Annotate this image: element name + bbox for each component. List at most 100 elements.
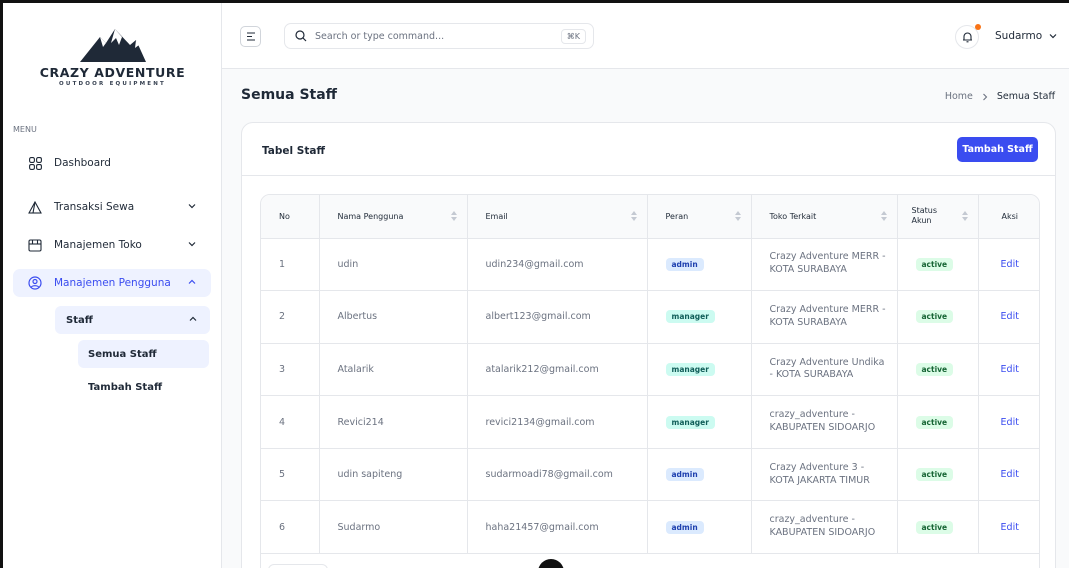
cell-nama: Atalarik <box>319 343 468 397</box>
cell-status: active <box>897 395 979 449</box>
brand-logo[interactable]: CRAZY ADVENTURE OUTDOOR EQUIPMENT <box>3 23 222 87</box>
sidebar-subitem-tambah-staff[interactable]: Tambah Staff <box>78 373 209 401</box>
edit-link[interactable]: Edit <box>1001 364 1019 375</box>
column-header-status[interactable]: Status Akun <box>897 195 979 239</box>
chevron-right-icon <box>982 93 988 100</box>
sidebar-item-manajemen-toko[interactable]: Manajemen Toko <box>13 231 211 259</box>
cell-nama: Revici214 <box>319 395 468 449</box>
pagination-control[interactable] <box>268 564 328 568</box>
cell-no: 6 <box>261 500 320 555</box>
table-header-row: No Nama Pengguna Email Peran Toko Terkai… <box>261 195 1039 239</box>
sort-icon <box>450 211 457 221</box>
cell-status: active <box>897 238 979 292</box>
cell-peran: manager <box>647 290 752 344</box>
column-header-aksi: Aksi <box>978 195 1039 239</box>
staff-table: No Nama Pengguna Email Peran Toko Terkai… <box>260 194 1040 568</box>
table-row: 4 Revici214 revici2134@gmail.com manager… <box>261 395 1039 449</box>
grid-icon <box>28 156 42 170</box>
top-bar: ⌘K Sudarmo <box>222 3 1069 69</box>
sidebar: CRAZY ADVENTURE OUTDOOR EQUIPMENT MENU D… <box>3 3 222 568</box>
bell-icon <box>962 32 972 43</box>
column-header-email[interactable]: Email <box>467 195 648 239</box>
cell-no: 4 <box>261 395 320 449</box>
column-header-no: No <box>261 195 320 239</box>
sidebar-item-label: Manajemen Toko <box>54 239 142 251</box>
role-badge: admin <box>665 257 704 271</box>
cell-aksi: Edit <box>978 500 1039 555</box>
chevron-down-icon <box>1049 34 1057 39</box>
cell-aksi: Edit <box>978 290 1039 344</box>
search-input[interactable] <box>315 30 535 42</box>
breadcrumb-home[interactable]: Home <box>945 91 973 102</box>
table-row: 2 Albertus albert123@gmail.com manager C… <box>261 290 1039 344</box>
search-box[interactable]: ⌘K <box>284 23 594 49</box>
cell-email: haha21457@gmail.com <box>467 500 648 555</box>
tent-icon <box>28 200 42 214</box>
menu-icon <box>246 32 255 41</box>
cell-aksi: Edit <box>978 238 1039 292</box>
cell-no: 3 <box>261 343 320 397</box>
user-menu[interactable]: Sudarmo <box>995 30 1058 42</box>
role-badge: manager <box>665 415 715 429</box>
edit-link[interactable]: Edit <box>1001 522 1019 533</box>
sidebar-subitem-label: Staff <box>66 314 93 326</box>
notification-button[interactable] <box>955 24 981 49</box>
status-badge: active <box>915 310 954 324</box>
role-badge: manager <box>665 362 715 376</box>
cell-email: atalarik212@gmail.com <box>467 343 648 397</box>
edit-link[interactable]: Edit <box>1001 259 1019 270</box>
edit-link[interactable]: Edit <box>1001 417 1019 428</box>
cell-peran: admin <box>647 500 752 555</box>
cell-email: albert123@gmail.com <box>467 290 648 344</box>
sidebar-item-transaksi-sewa[interactable]: Transaksi Sewa <box>13 193 211 221</box>
cell-status: active <box>897 448 979 502</box>
menu-toggle-button[interactable] <box>240 26 261 47</box>
role-badge: admin <box>665 520 704 534</box>
sidebar-item-label: Transaksi Sewa <box>54 201 135 213</box>
sidebar-subitem-label: Semua Staff <box>88 348 157 360</box>
shortcut-badge: ⌘K <box>560 29 586 44</box>
sort-icon <box>961 211 968 221</box>
user-circle-icon <box>28 276 42 290</box>
role-badge: admin <box>665 468 704 482</box>
chevron-up-icon <box>188 279 196 284</box>
sidebar-item-manajemen-pengguna[interactable]: Manajemen Pengguna <box>13 269 211 297</box>
cell-status: active <box>897 343 979 397</box>
edit-link[interactable]: Edit <box>1001 469 1019 480</box>
role-badge: manager <box>665 310 715 324</box>
cell-no: 1 <box>261 238 320 292</box>
cell-no: 5 <box>261 448 320 502</box>
cell-peran: admin <box>647 448 752 502</box>
status-badge: active <box>915 257 954 271</box>
sidebar-subitem-label: Tambah Staff <box>88 381 163 393</box>
card-title: Tabel Staff <box>262 145 325 157</box>
sidebar-subitem-staff[interactable]: Staff <box>55 306 210 334</box>
sidebar-item-label: Dashboard <box>54 157 111 169</box>
cell-status: active <box>897 500 979 555</box>
status-badge: active <box>915 520 954 534</box>
sort-icon <box>630 211 637 221</box>
column-header-peran[interactable]: Peran <box>647 195 752 239</box>
store-icon <box>28 238 42 252</box>
page-title: Semua Staff <box>241 87 338 103</box>
table-row: 5 udin sapiteng sudarmoadi78@gmail.com a… <box>261 448 1039 502</box>
cell-email: revici2134@gmail.com <box>467 395 648 449</box>
sidebar-item-label: Manajemen Pengguna <box>54 277 171 289</box>
sidebar-item-dashboard[interactable]: Dashboard <box>13 149 211 177</box>
cell-aksi: Edit <box>978 448 1039 502</box>
add-staff-button[interactable]: Tambah Staff <box>957 137 1038 162</box>
edit-link[interactable]: Edit <box>1001 311 1019 322</box>
column-header-nama[interactable]: Nama Pengguna <box>319 195 468 239</box>
breadcrumb: Home Semua Staff <box>945 91 1055 102</box>
divider <box>242 175 1055 176</box>
brand-title: CRAZY ADVENTURE <box>39 65 186 80</box>
breadcrumb-current: Semua Staff <box>996 91 1055 102</box>
sort-icon <box>734 211 741 221</box>
cell-nama: Sudarmo <box>319 500 468 555</box>
notification-dot <box>975 24 981 30</box>
sort-icon <box>880 211 887 221</box>
sidebar-subitem-semua-staff[interactable]: Semua Staff <box>78 340 209 368</box>
status-badge: active <box>915 468 954 482</box>
mountain-logo-icon <box>79 29 146 62</box>
column-header-toko[interactable]: Toko Terkait <box>751 195 898 239</box>
